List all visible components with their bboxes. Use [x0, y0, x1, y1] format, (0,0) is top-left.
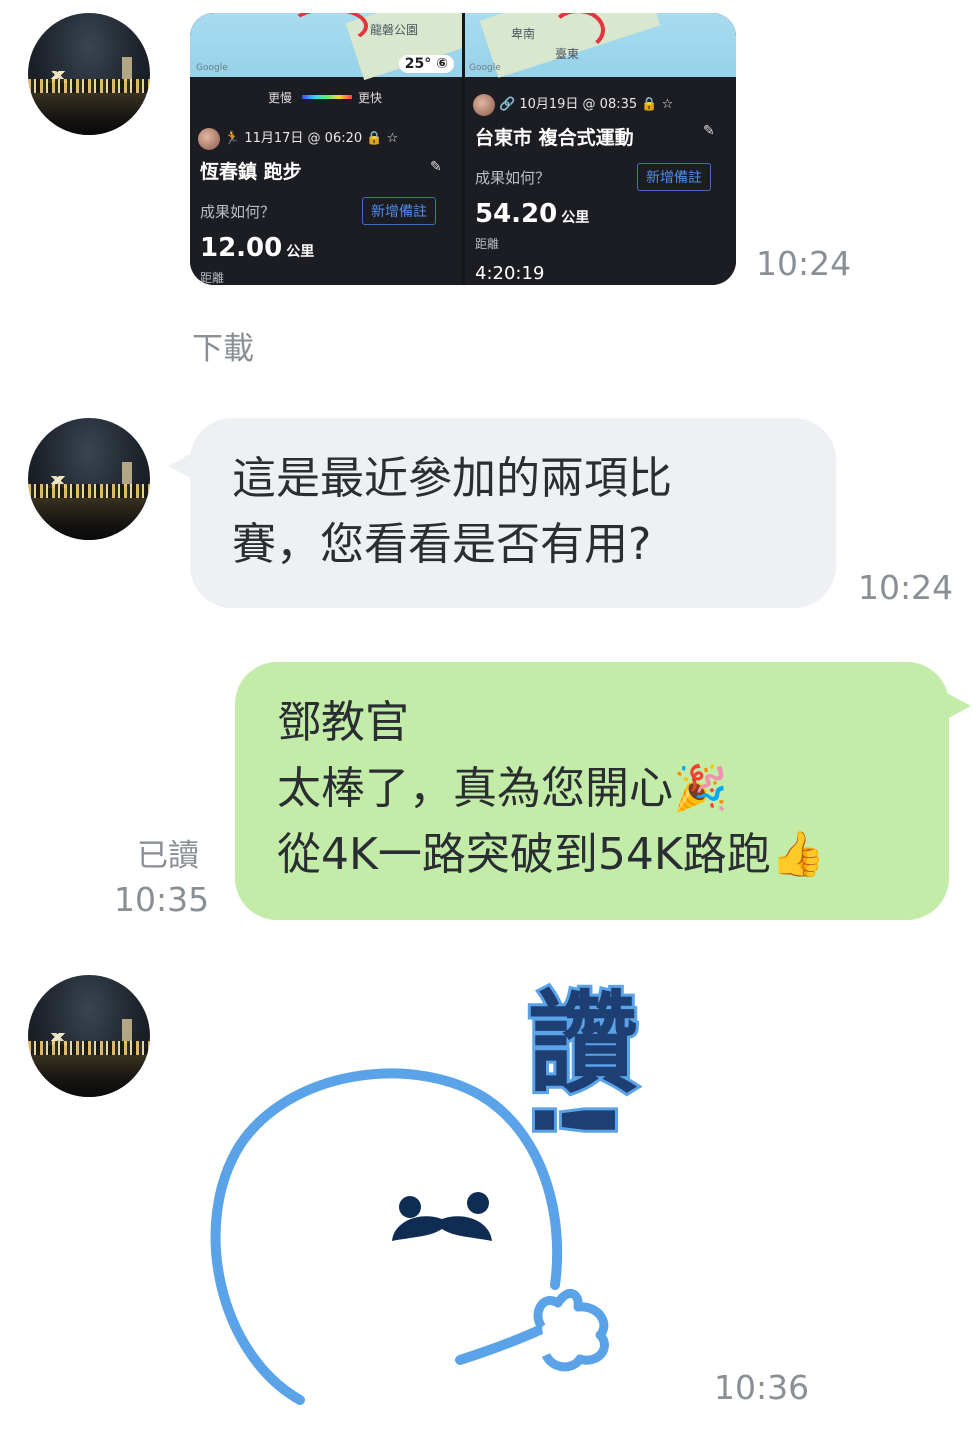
edit-icon: ✎	[703, 123, 715, 139]
map-thumbnail: 卑南 臺東 Google	[465, 13, 736, 78]
activity-title: 台東市 複合式運動	[475, 127, 634, 149]
distance-label: 距離	[475, 237, 500, 251]
message-text-line: 這是最近參加的兩項比	[232, 453, 672, 504]
lock-icon: 🔒	[366, 131, 383, 146]
message-text-line: 太棒了，真為您開心🎉	[277, 763, 728, 814]
user-avatar-icon	[473, 93, 495, 116]
add-note-button: 新增備註	[637, 163, 711, 191]
sender-avatar[interactable]	[28, 418, 150, 540]
message-timestamp: 10:24	[756, 244, 852, 283]
message-timestamp: 10:35	[114, 880, 210, 919]
sender-avatar[interactable]	[28, 13, 150, 135]
activity-distance: 12.00 公里	[200, 233, 315, 263]
activity-distance: 54.20 公里	[475, 199, 590, 229]
message-text-line: 鄧教官	[277, 697, 409, 748]
distance-label: 距離	[200, 271, 225, 285]
lock-icon: 🔒	[641, 97, 658, 112]
star-icon: ☆	[661, 97, 674, 112]
message-text-line: 賽，您看看是否有用?	[232, 519, 652, 570]
message-text-line: 從4K一路突破到54K路跑👍	[277, 829, 826, 880]
google-logo: Google	[469, 63, 501, 73]
map-thumbnail: 龍磐公園 Google 25° ⑥	[190, 13, 462, 81]
read-receipt: 已讀	[137, 838, 199, 874]
activity-screenshot-2: 卑南 臺東 Google 🔗 10月19日 @ 08:35 🔒 ☆ 台東市 複合…	[465, 13, 736, 285]
outgoing-message-bubble[interactable]: 鄧教官 太棒了，真為您開心🎉 從4K一路突破到54K路跑👍	[235, 662, 971, 920]
temperature-badge: 25° ⑥	[398, 55, 454, 73]
activity-meta: 🔗 10月19日 @ 08:35 🔒 ☆	[473, 93, 673, 116]
map-label: 卑南	[511, 27, 536, 41]
link-icon: 🔗	[499, 97, 516, 112]
message-timestamp: 10:36	[714, 1368, 810, 1407]
google-logo: Google	[196, 63, 228, 73]
edit-icon: ✎	[430, 159, 442, 175]
sticker-message[interactable]: 讚!	[180, 975, 700, 1435]
activity-screenshot-1: 龍磐公園 Google 25° ⑥ 更慢 更快 🏃 11月17日 @ 06:20…	[190, 13, 462, 285]
speed-slow-label: 更慢	[268, 91, 293, 105]
image-message[interactable]: 龍磐公園 Google 25° ⑥ 更慢 更快 🏃 11月17日 @ 06:20…	[190, 13, 736, 285]
speed-fast-label: 更快	[358, 91, 383, 105]
map-label: 龍磐公園	[370, 23, 419, 37]
activity-title: 恆春鎮 跑步	[200, 161, 302, 183]
sticker-text: 讚!	[506, 982, 640, 1148]
activity-prompt: 成果如何？	[475, 169, 551, 187]
incoming-message-bubble[interactable]: 這是最近參加的兩項比 賽，您看看是否有用?	[168, 418, 836, 608]
user-avatar-icon	[198, 127, 220, 150]
activity-prompt: 成果如何？	[200, 203, 276, 221]
activity-duration: 4:20:19	[475, 263, 545, 284]
activity-meta: 🏃 11月17日 @ 06:20 🔒 ☆	[198, 127, 398, 150]
speed-gradient-bar	[302, 95, 352, 99]
message-timestamp: 10:24	[858, 568, 954, 607]
download-link[interactable]: 下載	[192, 323, 254, 368]
star-icon: ☆	[386, 131, 399, 146]
add-note-button: 新增備註	[362, 197, 436, 225]
run-icon: 🏃	[224, 131, 241, 146]
sender-avatar[interactable]	[28, 975, 150, 1097]
map-label-2: 臺東	[555, 47, 580, 61]
